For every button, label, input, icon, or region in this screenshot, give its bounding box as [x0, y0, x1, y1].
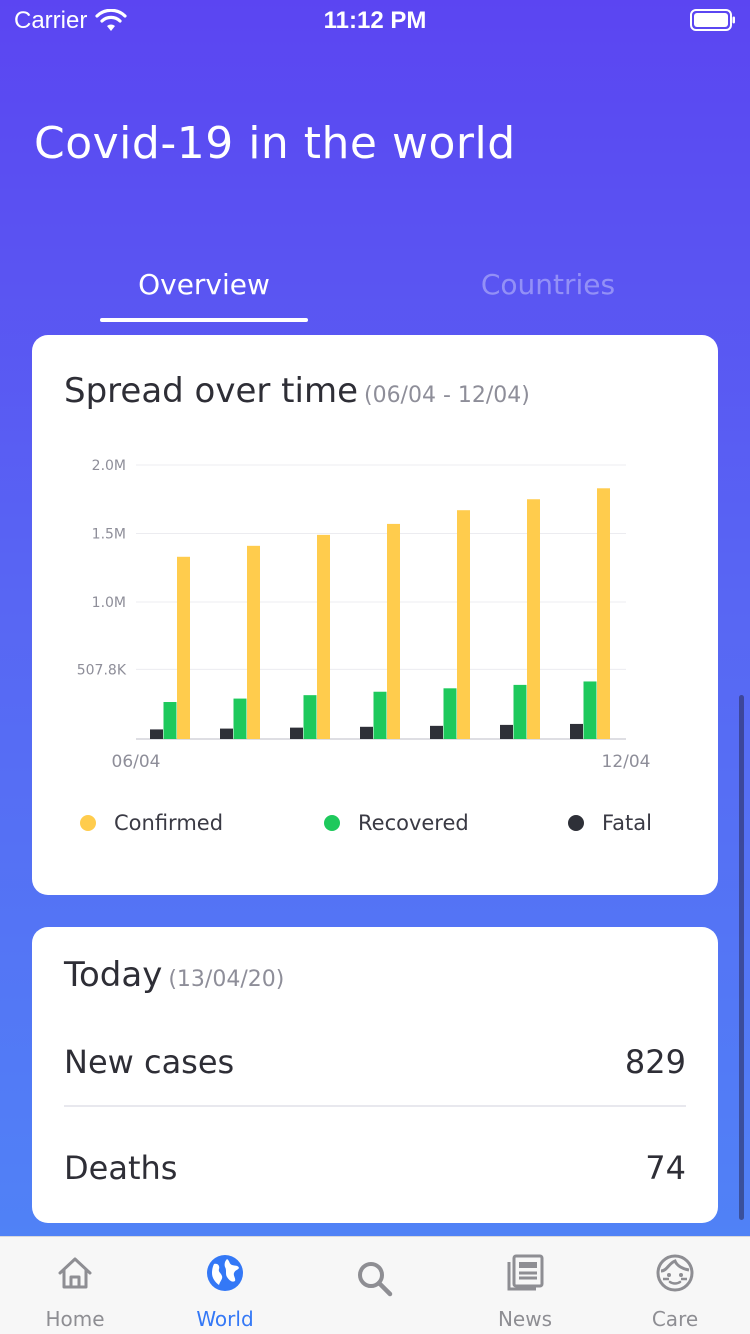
- status-time: 11:12 PM: [323, 7, 427, 34]
- x-tick-label: 12/04: [602, 752, 651, 772]
- bar-confirmed: [177, 556, 190, 739]
- today-title-text: Today: [64, 955, 163, 995]
- tab-home[interactable]: Home: [0, 1237, 150, 1334]
- tab-overview[interactable]: Overview: [100, 268, 308, 301]
- bar-confirmed: [597, 488, 610, 739]
- chart-legend: Confirmed Recovered Fatal: [32, 811, 718, 841]
- legend-label-fatal: Fatal: [602, 811, 652, 835]
- y-tick-label: 507.8K: [77, 662, 127, 678]
- bar-fatal: [360, 726, 373, 739]
- bar-recovered: [233, 698, 247, 739]
- news-icon: [507, 1254, 544, 1291]
- spread-card: Spread over time (06/04 - 12/04) 507.8K 1.…: [32, 335, 718, 895]
- tab-search[interactable]: [300, 1237, 450, 1334]
- bar-confirmed: [247, 545, 260, 739]
- bar-recovered: [583, 681, 597, 739]
- legend-recovered: Recovered: [324, 811, 469, 835]
- deaths-row: Deaths 74: [64, 1149, 686, 1209]
- new-cases-value: 829: [624, 1043, 686, 1081]
- y-tick-label: 1.5M: [92, 527, 126, 543]
- bar-fatal: [430, 725, 443, 739]
- tab-news[interactable]: News: [450, 1237, 600, 1334]
- legend-label-confirmed: Confirmed: [114, 811, 224, 835]
- tab-world[interactable]: World: [150, 1237, 300, 1334]
- deaths-label: Deaths: [64, 1149, 178, 1187]
- tab-world-label: World: [196, 1307, 254, 1331]
- today-title: Today (13/04/20): [64, 955, 284, 995]
- stat-divider: [64, 1105, 686, 1107]
- bar-fatal: [290, 727, 303, 739]
- legend-label-recovered: Recovered: [358, 811, 469, 835]
- bar-confirmed: [387, 523, 400, 739]
- tab-care[interactable]: Care: [600, 1237, 750, 1334]
- legend-dot-confirmed: [80, 815, 96, 831]
- tab-home-label: Home: [45, 1307, 105, 1331]
- home-icon: [58, 1257, 92, 1289]
- legend-confirmed: Confirmed: [80, 811, 223, 835]
- search-icon: [358, 1262, 393, 1297]
- bar-recovered: [303, 695, 317, 739]
- bar-fatal: [220, 728, 233, 739]
- deaths-value: 74: [645, 1149, 686, 1187]
- today-card: Today (13/04/20) New cases 829 Deaths 74: [32, 927, 718, 1223]
- legend-dot-recovered: [324, 815, 340, 831]
- tab-countries[interactable]: Countries: [444, 268, 652, 301]
- bar-fatal: [150, 729, 163, 739]
- today-date: (13/04/20): [168, 967, 285, 992]
- bar-confirmed: [457, 510, 470, 739]
- x-tick-label: 06/04: [112, 752, 161, 772]
- bar-recovered: [163, 702, 177, 739]
- legend-fatal: Fatal: [568, 811, 652, 835]
- scrollbar[interactable]: [739, 695, 744, 1220]
- tab-care-label: Care: [651, 1307, 699, 1331]
- bar-fatal: [570, 723, 583, 739]
- new-cases-label: New cases: [64, 1043, 235, 1081]
- globe-icon: [207, 1255, 243, 1291]
- legend-dot-fatal: [568, 815, 584, 831]
- tab-news-label: News: [497, 1307, 553, 1331]
- page-title: Covid-19 in the world: [34, 118, 516, 169]
- status-bar: Carrier 11:12 PM: [0, 0, 750, 40]
- battery-icon: [690, 9, 735, 31]
- bar-recovered: [373, 691, 387, 739]
- segment-tabs: Overview Countries: [0, 260, 750, 324]
- active-tab-indicator: [100, 318, 308, 322]
- care-icon: [656, 1254, 694, 1292]
- bar-fatal: [500, 724, 513, 739]
- bar-recovered: [513, 684, 527, 739]
- y-tick-label: 1.0M: [92, 595, 126, 611]
- bar-confirmed: [317, 534, 330, 739]
- y-tick-label: 2.0M: [92, 458, 126, 474]
- bar-confirmed: [527, 499, 540, 739]
- bottom-tab-bar: Home World News Care: [0, 1236, 750, 1334]
- bar-recovered: [443, 688, 457, 739]
- new-cases-row: New cases 829: [64, 1043, 686, 1103]
